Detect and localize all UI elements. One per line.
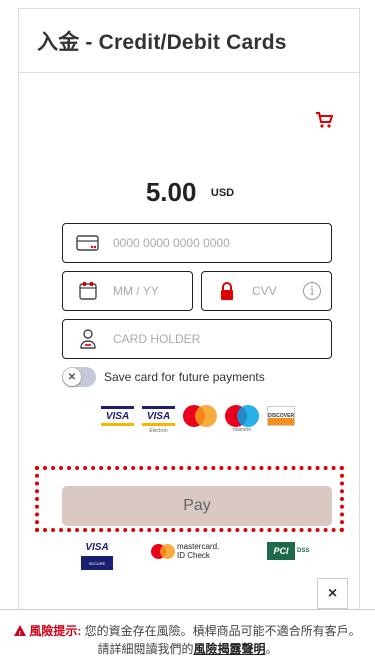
risk-disclosure-link[interactable]: 風險揭露聲明 xyxy=(193,642,265,656)
mc-line2: ID Check xyxy=(177,551,210,560)
maestro-logo: maestro xyxy=(225,405,259,433)
toggle-off-icon: ✕ xyxy=(63,368,81,386)
warning-icon xyxy=(14,625,27,644)
amount-value: 5.00 xyxy=(145,177,197,207)
page-title: 入金 - Credit/Debit Cards xyxy=(37,30,287,54)
visa-secure-label: SECURE xyxy=(81,556,113,570)
lock-icon xyxy=(214,278,240,304)
credit-card-icon xyxy=(75,230,101,256)
mastercard-icon xyxy=(151,543,175,559)
card-brands: VISA VISA Electron maestro DISCOVER xyxy=(101,405,295,434)
card-holder-field[interactable] xyxy=(62,319,332,359)
visa-electron-logo: VISA Electron xyxy=(142,406,175,434)
save-card-label: Save card for future payments xyxy=(104,370,265,384)
discover-logo: DISCOVER xyxy=(267,406,295,426)
dss-label: DSS xyxy=(297,548,310,554)
pci-label: PCI xyxy=(267,542,295,560)
risk-warning-bar: 風險提示: 您的資金存在風險。槓桿商品可能不適合所有客戶。請詳細閱讀我們的風險揭… xyxy=(0,609,375,667)
header: 入金 - Credit/Debit Cards xyxy=(19,9,359,73)
pci-dss-badge: PCI DSS xyxy=(267,542,309,560)
info-icon[interactable]: i xyxy=(303,282,321,300)
cvv-field[interactable]: i xyxy=(201,271,332,311)
visa-electron-wordmark: VISA xyxy=(142,406,175,426)
risk-end: 。 xyxy=(265,642,278,656)
mastercard-logo xyxy=(183,405,217,427)
expiry-field[interactable] xyxy=(62,271,193,311)
maestro-label: maestro xyxy=(232,427,252,433)
card-number-field[interactable] xyxy=(62,223,332,263)
cvv-input[interactable] xyxy=(252,284,303,298)
mastercard-id-check-badge: mastercard. ID Check xyxy=(151,542,219,560)
expiry-input[interactable] xyxy=(113,284,192,298)
payment-panel: 入金 - Credit/Debit Cards 5.00 USD 0000 00… xyxy=(18,8,360,667)
amount-display: 5.00 USD xyxy=(19,177,361,208)
risk-title: 風險提示: xyxy=(29,624,82,638)
visa-logo: VISA xyxy=(101,406,134,426)
pay-button[interactable]: Pay xyxy=(62,486,332,526)
calendar-icon xyxy=(75,278,101,304)
card-holder-input[interactable] xyxy=(113,332,331,346)
user-icon xyxy=(75,326,101,352)
amount-currency: USD xyxy=(210,187,235,199)
visa-secure-badge: VISA SECURE xyxy=(81,542,113,570)
visa-secure-wordmark: VISA xyxy=(85,542,109,553)
card-number-input[interactable] xyxy=(113,236,331,250)
save-card-row: ✕ Save card for future payments xyxy=(62,367,265,387)
mc-line1: mastercard. xyxy=(177,542,220,551)
cart-icon[interactable] xyxy=(315,111,334,129)
electron-label: Electron xyxy=(149,428,168,434)
save-card-toggle[interactable]: ✕ xyxy=(62,367,96,387)
close-button[interactable]: × xyxy=(317,578,348,609)
